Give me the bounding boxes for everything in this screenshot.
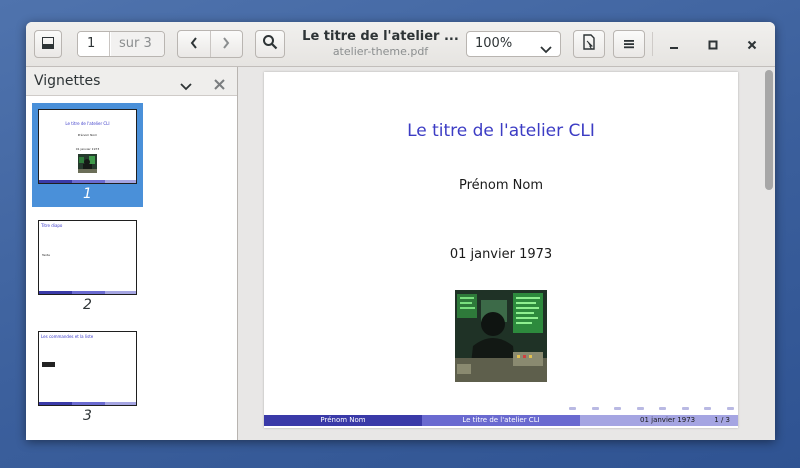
header-separator [652,32,653,56]
window-title: Le titre de l'atelier ... atelier-theme.… [288,29,473,58]
document-annotate-icon [582,34,596,54]
page-number-entry[interactable]: 1 sur 3 [77,31,165,57]
close-sidebar-icon[interactable] [214,75,225,94]
next-page-button[interactable] [209,31,243,57]
thumbnail-body: Texte [42,253,50,257]
page-count-label: sur 3 [111,32,164,56]
thumbnail-number: 3 [83,408,92,424]
footer-date: 01 janvier 1973 [640,416,696,424]
chevron-down-icon[interactable] [180,76,192,95]
thumbnail-date: 01 janvier 1973 [75,147,100,151]
hamburger-menu-icon [623,35,635,54]
thumbnail-footer [39,291,136,294]
document-viewer-window: 1 sur 3 Le titre de l'atelier ... atelie… [26,22,775,440]
thumbnails-sidebar: Vignettes Le titre de l'atelier CLI Prén… [26,67,238,440]
search-button[interactable] [255,30,285,58]
thumbnail-number: 1 [83,186,92,202]
document-title: Le titre de l'atelier ... [302,29,459,44]
thumbnail-title: Le titre de l'atelier CLI [65,121,110,126]
document-view[interactable]: Le titre de l'atelier CLI Prénom Nom 01 … [238,67,775,440]
search-icon [262,34,278,54]
chevron-left-icon [189,35,199,54]
thumbnail-number: 2 [83,297,92,313]
thumbnail-badge [42,362,55,367]
thumbnail-image [78,154,97,173]
footer-author: Prénom Nom [264,415,422,426]
page-navigation-group [177,30,243,58]
pdf-page-1: Le titre de l'atelier CLI Prénom Nom 01 … [264,72,738,428]
minimize-icon [669,35,679,54]
close-icon [747,35,757,54]
zoom-value: 100% [475,36,513,51]
beamer-navigation-symbols [569,404,734,412]
main-menu-button[interactable] [613,30,645,58]
slide-date: 01 janvier 1973 [449,247,553,262]
sidebar-toggle-button[interactable] [34,30,62,58]
slide-author: Prénom Nom [459,178,543,193]
thumbnail-preview: Le titre de l'atelier CLI Prénom Nom 01 … [38,109,137,184]
close-button[interactable] [738,30,766,58]
scrollbar-thumb[interactable] [765,70,773,190]
maximize-button[interactable] [699,30,727,58]
slide-title: Le titre de l'atelier CLI [407,121,595,141]
thumbnail-preview: Les commandes et la liste [38,331,137,406]
zoom-select[interactable]: 100% [466,31,561,57]
slide-footer: Prénom Nom Le titre de l'atelier CLI 01 … [264,415,738,426]
sidebar-toggle-icon [41,35,55,54]
thumbnail-footer [39,180,136,183]
maximize-icon [708,35,718,54]
thumbnail-page-3[interactable]: Les commandes et la liste 3 [32,325,143,429]
minimize-button[interactable] [660,30,688,58]
previous-page-button[interactable] [178,31,210,57]
thumbnail-title: Titre diapo [41,223,63,228]
thumbnail-title: Les commandes et la liste [41,334,94,339]
thumbnail-footer [39,402,136,405]
thumbnail-page-1[interactable]: Le titre de l'atelier CLI Prénom Nom 01 … [32,103,143,207]
annotations-button[interactable] [573,30,605,58]
thumbnail-page-2[interactable]: Titre diapo Texte 2 [32,214,143,318]
footer-page-number: 1 / 3 [714,416,730,424]
chevron-down-icon [540,39,552,63]
document-filename: atelier-theme.pdf [332,45,429,58]
thumbnail-author: Prénom Nom [77,133,98,137]
footer-title: Le titre de l'atelier CLI [422,415,580,426]
footer-info: 01 janvier 1973 1 / 3 [580,415,738,426]
page-number-input[interactable]: 1 [78,32,110,56]
sidebar-mode-label[interactable]: Vignettes [34,73,100,89]
thumbnail-preview: Titre diapo Texte [38,220,137,295]
header-bar: 1 sur 3 Le titre de l'atelier ... atelie… [26,22,775,67]
slide-image [455,290,547,382]
sidebar-header: Vignettes [26,67,237,96]
chevron-right-icon [221,35,231,54]
